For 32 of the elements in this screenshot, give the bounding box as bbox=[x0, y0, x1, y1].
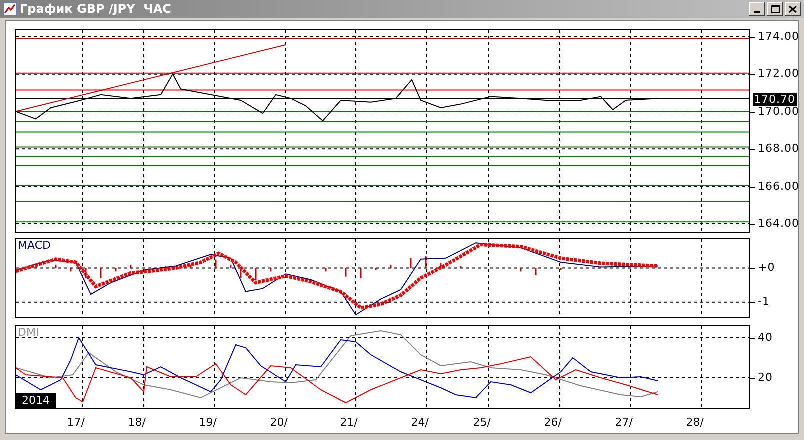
close-icon bbox=[789, 6, 797, 12]
date-label: 19/ bbox=[199, 417, 217, 428]
chart-icon bbox=[3, 2, 17, 16]
window-title: График GBP /JPY ЧАС bbox=[20, 1, 172, 18]
indicator-title: DMI bbox=[18, 327, 40, 338]
minimize-icon bbox=[754, 11, 760, 13]
maximize-button[interactable] bbox=[767, 2, 783, 16]
date-label: 17/ bbox=[67, 417, 85, 428]
axis-label: 174.00 bbox=[758, 30, 800, 42]
close-button[interactable] bbox=[785, 2, 801, 16]
axis-label: 20 bbox=[758, 372, 773, 383]
date-label: 21/ bbox=[340, 417, 358, 428]
maximize-icon bbox=[770, 5, 780, 13]
axis-label: 172.00 bbox=[758, 68, 800, 80]
axis-label: 166.00 bbox=[758, 180, 800, 192]
axis-label: 40 bbox=[758, 332, 773, 343]
minimize-button[interactable] bbox=[749, 2, 765, 16]
axis-label: 170.00 bbox=[758, 106, 800, 117]
axis-label: +0 bbox=[758, 262, 776, 274]
axis-label: 168.00 bbox=[758, 143, 800, 154]
year-label: 2014 bbox=[16, 393, 56, 408]
indicator-title: MACD bbox=[18, 240, 51, 251]
date-label: 28/ bbox=[686, 417, 704, 428]
axis-label: 164.00 bbox=[758, 218, 800, 229]
date-label: 18/ bbox=[128, 417, 146, 428]
date-label: 20/ bbox=[270, 417, 288, 428]
current-price-label: 170.70 bbox=[753, 92, 796, 106]
date-label: 27/ bbox=[615, 417, 633, 428]
axis-label: -1 bbox=[758, 296, 770, 308]
date-label: 26/ bbox=[544, 417, 562, 428]
date-label: 25/ bbox=[473, 417, 491, 428]
date-label: 24/ bbox=[411, 417, 429, 428]
